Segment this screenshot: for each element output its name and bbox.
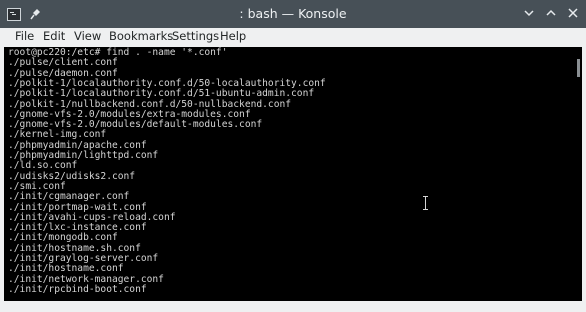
terminal-line: ./init/portmap-wait.conf <box>8 201 147 213</box>
menu-settings[interactable]: Settings <box>172 29 219 43</box>
ibeam-cursor-icon <box>423 196 428 210</box>
terminal-line: ./kernel-img.conf <box>8 129 107 141</box>
terminal-line: ./polkit-1/nullbackend.conf.d/50-nullbac… <box>8 98 292 110</box>
terminal-line: ./init/hostname.conf <box>8 263 124 275</box>
menu-file[interactable]: File <box>15 29 34 43</box>
terminal-line: ./pulse/client.conf <box>8 57 118 69</box>
scrollbar-thumb[interactable] <box>577 59 580 77</box>
menu-view[interactable]: View <box>74 29 101 43</box>
terminal-line: ./polkit-1/localauthority.conf.d/51-ubun… <box>8 88 315 100</box>
window-bottom-border <box>0 301 586 312</box>
window-title: : bash — Konsole <box>239 6 347 21</box>
menu-bar: File Edit View Bookmarks Settings Help <box>0 28 586 46</box>
menu-help[interactable]: Help <box>220 29 246 43</box>
title-bar[interactable]: : bash — Konsole <box>0 0 586 28</box>
close-icon[interactable] <box>567 6 579 20</box>
terminal-line: ./init/rpcbind-boot.conf <box>8 283 147 295</box>
menu-edit[interactable]: Edit <box>43 29 65 43</box>
menu-bookmarks[interactable]: Bookmarks <box>109 29 173 43</box>
terminal-line: ./ld.so.conf <box>8 160 78 172</box>
terminal-line: ./init/cgmanager.conf <box>8 191 130 203</box>
chevron-down-icon[interactable] <box>523 6 535 20</box>
chevron-up-icon[interactable] <box>545 6 557 20</box>
terminal-view[interactable]: root@pc220:/etc# find . -name '*.conf' .… <box>4 47 582 301</box>
terminal-line: ./init/mongodb.conf <box>8 232 118 244</box>
